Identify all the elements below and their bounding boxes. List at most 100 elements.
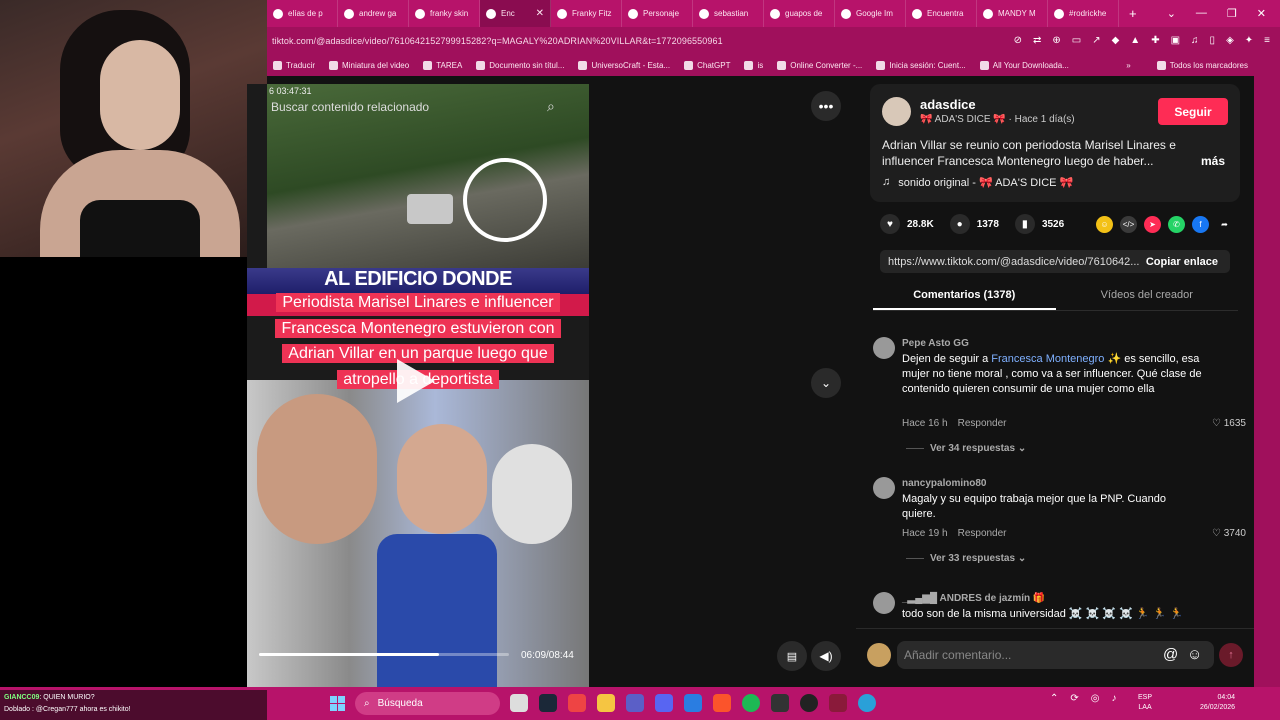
bookmark-item[interactable]: Inicia sesión: Cuent... xyxy=(876,60,966,70)
chevron-up-icon[interactable]: ⌃ xyxy=(1050,693,1058,704)
game-icon[interactable] xyxy=(771,694,789,712)
coin-icon[interactable]: ☺ xyxy=(1096,216,1113,233)
new-tab-button[interactable]: + xyxy=(1119,6,1147,21)
copy-link-button[interactable]: Copiar enlace xyxy=(1146,256,1230,268)
bookmark-item[interactable]: Documento sin títul... xyxy=(476,60,564,70)
discord-icon[interactable] xyxy=(655,694,673,712)
brave-icon[interactable] xyxy=(713,694,731,712)
clock[interactable]: 04:04 26/02/2026 xyxy=(1200,693,1235,713)
rewards-icon[interactable]: ▲ xyxy=(1130,35,1140,46)
follow-button[interactable]: Seguir xyxy=(1158,98,1228,125)
comment-button[interactable]: ● 1378 xyxy=(949,214,999,234)
url-field[interactable]: tiktok.com/@adasdice/video/7610642152799… xyxy=(272,36,723,46)
browser-tab[interactable]: sebastian xyxy=(693,0,764,27)
view-replies-button[interactable]: Ver 34 respuestas ⌄ xyxy=(930,443,1026,454)
mic-icon[interactable]: ♪ xyxy=(1112,693,1117,704)
sidebar-icon[interactable]: ▯ xyxy=(1210,35,1216,46)
bookmark-item[interactable]: TAREA xyxy=(423,60,462,70)
commenter-name[interactable]: Pepe Asto GG xyxy=(902,338,969,349)
video-player[interactable]: 6 03:47:31 Buscar contenido relacionado … xyxy=(247,84,589,687)
browser-tab[interactable]: franky skin xyxy=(409,0,480,27)
mention-link[interactable]: Francesca Montenegro xyxy=(991,353,1104,365)
browser-tab[interactable]: guapos de xyxy=(764,0,835,27)
close-tab-icon[interactable]: ✕ xyxy=(536,8,544,19)
share-arrow-icon[interactable]: ➦ xyxy=(1216,216,1233,233)
file-explorer-icon[interactable] xyxy=(597,694,615,712)
spotify-icon[interactable] xyxy=(742,694,760,712)
emoji-icon[interactable]: ☺ xyxy=(1187,646,1202,663)
post-link[interactable]: https://www.tiktok.com/@adasdice/video/7… xyxy=(888,256,1139,268)
start-button[interactable] xyxy=(330,696,345,711)
send-icon[interactable]: ➤ xyxy=(1144,216,1161,233)
zoom-icon[interactable]: ⊕ xyxy=(1052,35,1060,46)
more-link[interactable]: más xyxy=(1201,154,1225,168)
language-indicator[interactable]: ESP LAA xyxy=(1138,693,1152,713)
sound-link[interactable]: ♫ sonido original - 🎀 ADA'S DICE 🎀 xyxy=(882,176,1073,189)
next-video-button[interactable]: ⌄ xyxy=(811,368,841,398)
whatsapp-icon[interactable]: ✆ xyxy=(1168,216,1185,233)
close-window-icon[interactable]: ✕ xyxy=(1257,7,1266,20)
copilot-icon[interactable] xyxy=(568,694,586,712)
obs-icon[interactable] xyxy=(800,694,818,712)
brave-shield-icon[interactable]: ◆ xyxy=(1112,35,1120,46)
tab-creator-videos[interactable]: Vídeos del creador xyxy=(1056,281,1239,310)
commenter-avatar[interactable] xyxy=(873,337,895,359)
network-tray-icon[interactable]: ◎ xyxy=(1091,693,1100,704)
comment-like[interactable]: ♡ 3740 xyxy=(1212,528,1246,539)
reply-button[interactable]: Responder xyxy=(958,418,1007,429)
app2-icon[interactable] xyxy=(829,694,847,712)
tab-comments[interactable]: Comentarios (1378) xyxy=(873,281,1056,310)
leo-icon[interactable]: ✦ xyxy=(1245,35,1253,46)
app-icon[interactable] xyxy=(684,694,702,712)
vpn-icon[interactable]: ◈ xyxy=(1226,35,1234,46)
taskbar-search[interactable]: ⌕ Búsqueda xyxy=(355,692,500,715)
play-icon[interactable] xyxy=(397,359,435,403)
reply-button[interactable]: Responder xyxy=(958,528,1007,539)
browser-tab[interactable]: Enc ✕ xyxy=(480,0,551,27)
browser-tab[interactable]: Encuentra xyxy=(906,0,977,27)
browser-tab[interactable]: elías de p xyxy=(267,0,338,27)
facebook-icon[interactable]: f xyxy=(1192,216,1209,233)
bookmark-item[interactable]: UniversoCraft - Esta... xyxy=(578,60,670,70)
cast-icon[interactable]: ▭ xyxy=(1072,35,1081,46)
author-name[interactable]: adasdice xyxy=(920,97,976,112)
bookmark-item[interactable]: Miniatura del video xyxy=(329,60,409,70)
steam-icon[interactable] xyxy=(539,694,557,712)
all-bookmarks-button[interactable]: Todos los marcadores xyxy=(1156,60,1248,70)
comment-like[interactable]: ♡ 1635 xyxy=(1212,418,1246,429)
more-options-button[interactable]: ••• xyxy=(811,91,841,121)
search-related-link[interactable]: Buscar contenido relacionado xyxy=(271,100,429,114)
bookmarks-more[interactable]: » xyxy=(1126,61,1130,70)
miniplayer-button[interactable]: ▤ xyxy=(777,641,807,671)
bookmark-item[interactable]: Traducir xyxy=(273,60,315,70)
bookmark-item[interactable]: ChatGPT xyxy=(684,60,730,70)
commenter-avatar[interactable] xyxy=(873,477,895,499)
browser-tab[interactable]: Personaje xyxy=(622,0,693,27)
commenter-name[interactable]: nancypalomino80 xyxy=(902,478,986,489)
extensions-icon[interactable]: ✚ xyxy=(1151,35,1159,46)
restore-icon[interactable]: ❐ xyxy=(1227,7,1237,20)
bookmark-item[interactable]: is xyxy=(744,60,763,70)
wallet-icon[interactable]: ▣ xyxy=(1171,35,1180,46)
bookmark-item[interactable]: All Your Downloada... xyxy=(979,60,1069,70)
minimize-icon[interactable]: — xyxy=(1196,7,1207,20)
browser-tab[interactable]: #rodrickhe xyxy=(1048,0,1119,27)
translate-icon[interactable]: ⇄ xyxy=(1033,35,1041,46)
commenter-name[interactable]: _▂▄▆█ ANDRES de jazmín 🎁 xyxy=(902,593,1045,604)
task-view-icon[interactable] xyxy=(510,694,528,712)
share-icon[interactable]: ↗ xyxy=(1092,35,1100,46)
teams-icon[interactable] xyxy=(626,694,644,712)
globe-icon[interactable] xyxy=(858,694,876,712)
progress-bar[interactable] xyxy=(259,653,509,656)
commenter-avatar[interactable] xyxy=(873,592,895,614)
browser-tab[interactable]: Google Im xyxy=(835,0,906,27)
bookmark-item[interactable]: Online Converter -... xyxy=(777,60,862,70)
author-avatar[interactable] xyxy=(882,97,911,126)
browser-tab[interactable]: Franky Fitz xyxy=(551,0,622,27)
view-replies-button[interactable]: Ver 33 respuestas ⌄ xyxy=(930,553,1026,564)
menu-icon[interactable]: ≡ xyxy=(1264,35,1270,46)
embed-icon[interactable]: </> xyxy=(1120,216,1137,233)
search-icon[interactable]: ⌕ xyxy=(547,98,555,115)
tab-search-icon[interactable]: ⌄ xyxy=(1167,7,1176,20)
save-button[interactable]: ▮ 3526 xyxy=(1014,214,1064,234)
